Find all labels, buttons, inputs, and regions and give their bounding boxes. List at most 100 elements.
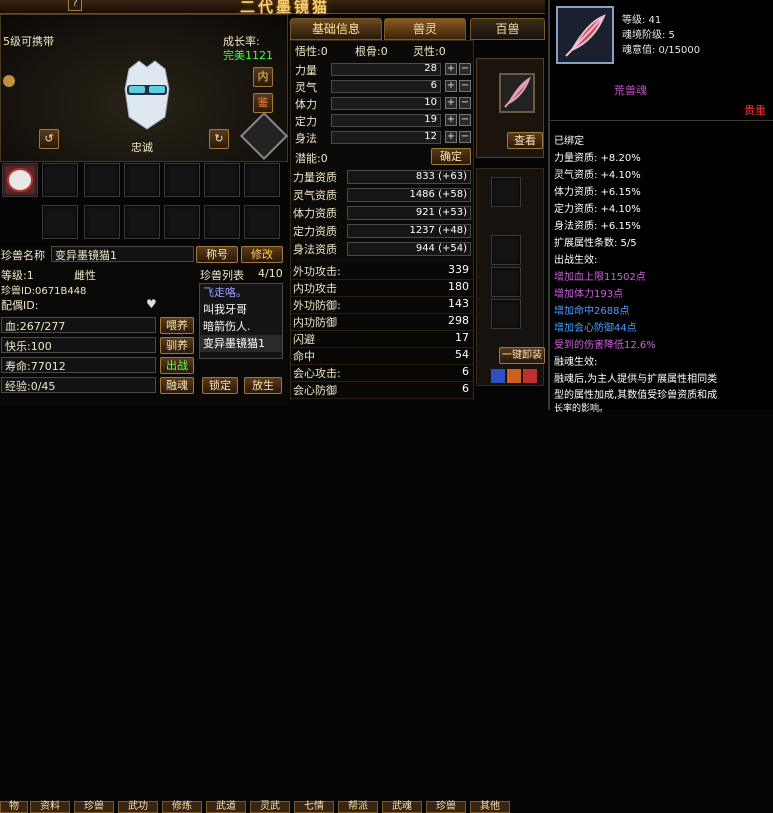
- inner-button[interactable]: 内: [253, 67, 273, 87]
- pet-model[interactable]: [119, 59, 175, 131]
- fuse-effect-desc: 型的属性加成,其数值受珍兽资质和成: [554, 390, 718, 401]
- combat-row: 闪避 17: [291, 331, 473, 348]
- heart-icon: ♥: [146, 297, 157, 311]
- soul-realm: 魂境阶级: 5: [622, 30, 675, 41]
- soul-display: 查看: [476, 58, 544, 158]
- modify-button[interactable]: 修改: [241, 246, 283, 263]
- rotate-left-button[interactable]: ↺: [39, 129, 59, 149]
- battle-effect: 增加命中2688点: [554, 306, 630, 317]
- bottom-tab[interactable]: 修炼: [162, 801, 202, 813]
- help-icon[interactable]: ?: [68, 0, 82, 11]
- plus-button[interactable]: +: [445, 80, 457, 92]
- tab-beast-spirit[interactable]: 兽灵: [384, 18, 466, 40]
- appraise-button[interactable]: 鉴: [253, 93, 273, 113]
- aptitude-list: 力量资质 833 (+63) 灵气资质 1486 (+58) 体力资质 921 (+5…: [293, 169, 473, 259]
- equip-slot[interactable]: [244, 205, 280, 239]
- life-field: 寿命:77012: [1, 357, 156, 373]
- tame-button[interactable]: 驯养: [160, 337, 194, 354]
- fuse-soul-button[interactable]: 融魂: [160, 377, 194, 394]
- skill-icon[interactable]: [523, 369, 537, 383]
- pet-avatar-slot[interactable]: [2, 163, 38, 197]
- minus-button[interactable]: −: [459, 131, 471, 143]
- soul-intent: 魂意值: 0/15000: [622, 45, 701, 56]
- bottom-tab[interactable]: 灵武: [250, 801, 290, 813]
- plus-button[interactable]: +: [445, 114, 457, 126]
- combat-row: 会心攻击: 6: [291, 365, 473, 382]
- bottom-tab[interactable]: 珍兽: [74, 801, 114, 813]
- pet-gender: 雌性: [74, 269, 96, 282]
- ext-attr-count: 扩展属性条数: 5/5: [554, 238, 637, 249]
- equip-slot[interactable]: [204, 163, 240, 197]
- skill-slot[interactable]: [491, 267, 521, 297]
- equip-slot[interactable]: [84, 205, 120, 239]
- pet-display-area: 5级可携带 成长率: 完美1121 内 鉴 忠诚 ↺ ↻: [0, 14, 289, 162]
- equipment-slots-row-2: [2, 204, 288, 242]
- feather-emblem-icon[interactable]: [239, 111, 289, 161]
- battle-effect: 增加会心防御44点: [554, 323, 637, 334]
- feed-button[interactable]: 喂养: [160, 317, 194, 334]
- minus-button[interactable]: −: [459, 63, 471, 75]
- view-button[interactable]: 查看: [507, 132, 543, 149]
- list-item[interactable]: 飞走咯。: [200, 284, 282, 301]
- plus-button[interactable]: +: [445, 63, 457, 75]
- plus-button[interactable]: +: [445, 97, 457, 109]
- equip-slot[interactable]: [204, 205, 240, 239]
- equip-slot[interactable]: [244, 163, 280, 197]
- pet-carry-level: 5级可携带: [3, 35, 54, 48]
- combat-stats: 外功攻击: 339 内功攻击 180 外功防御: 143 内功防御 298 闪避 17 命…: [291, 263, 473, 401]
- aptitude-row: 体力资质 921 (+53): [293, 205, 473, 220]
- attributes-panel: 悟性:0 根骨:0 灵性:0 力量 28 + − 灵气 6 + − 体力 10 …: [290, 40, 474, 401]
- skill-icon[interactable]: [491, 369, 505, 383]
- potential-points: 潜能:0: [295, 152, 328, 165]
- list-item[interactable]: 叫我牙哥: [200, 301, 282, 318]
- lock-button[interactable]: 锁定: [202, 377, 238, 394]
- blood-field: 血:267/277: [1, 317, 156, 333]
- soul-attr: 定力资质: +4.10%: [554, 204, 641, 215]
- plus-button[interactable]: +: [445, 131, 457, 143]
- bottom-tab[interactable]: 七情: [294, 801, 334, 813]
- minus-button[interactable]: −: [459, 97, 471, 109]
- tab-hundred-beasts[interactable]: 百兽: [470, 18, 545, 40]
- pet-id: 珍兽ID:0671B448: [1, 286, 87, 297]
- pet-name-field[interactable]: 变异墨镜猫1: [51, 246, 194, 262]
- release-button[interactable]: 放生: [244, 377, 282, 394]
- bottom-tab[interactable]: 武魂: [382, 801, 422, 813]
- stat-row: 力量 28 + −: [295, 63, 471, 77]
- bottom-tab[interactable]: 其他: [470, 801, 510, 813]
- list-item[interactable]: 暗箭伤人.: [200, 318, 282, 335]
- battle-effect: 增加血上限11502点: [554, 272, 646, 283]
- soul-feather-icon[interactable]: [499, 73, 535, 113]
- rotate-right-button[interactable]: ↻: [209, 129, 229, 149]
- skill-slot[interactable]: [491, 235, 521, 265]
- bottom-tab[interactable]: 资料: [30, 801, 70, 813]
- skill-slot[interactable]: [491, 299, 521, 329]
- tab-basic-info[interactable]: 基础信息: [290, 18, 382, 40]
- equip-slot[interactable]: [42, 205, 78, 239]
- minus-button[interactable]: −: [459, 114, 471, 126]
- aptitude-row: 力量资质 833 (+63): [293, 169, 473, 184]
- aptitude-row: 身法资质 944 (+54): [293, 241, 473, 256]
- bottom-tab[interactable]: 武功: [118, 801, 158, 813]
- equip-slot[interactable]: [164, 205, 200, 239]
- battle-button[interactable]: 出战: [160, 357, 194, 374]
- genggu-stat: 根骨:0: [355, 45, 388, 58]
- equip-slot[interactable]: [164, 163, 200, 197]
- minus-button[interactable]: −: [459, 80, 471, 92]
- title-button[interactable]: 称号: [196, 246, 238, 263]
- soul-attr: 体力资质: +6.15%: [554, 187, 641, 198]
- bottom-tab[interactable]: 珍兽: [426, 801, 466, 813]
- fuse-effect-desc: 长率的影响。: [554, 404, 609, 414]
- bottom-tab[interactable]: 武道: [206, 801, 246, 813]
- confirm-button[interactable]: 确定: [431, 148, 471, 165]
- skill-slot[interactable]: [491, 177, 521, 207]
- one-key-unload-button[interactable]: 一键卸装: [499, 347, 545, 364]
- list-item[interactable]: 变异墨镜猫1: [200, 335, 282, 352]
- bottom-tab[interactable]: 帮派: [338, 801, 378, 813]
- aptitude-row: 灵气资质 1486 (+58): [293, 187, 473, 202]
- skill-icon[interactable]: [507, 369, 521, 383]
- equip-slot[interactable]: [124, 205, 160, 239]
- bottom-tab[interactable]: 物: [0, 801, 28, 813]
- equip-slot[interactable]: [124, 163, 160, 197]
- equip-slot[interactable]: [42, 163, 78, 197]
- equip-slot[interactable]: [84, 163, 120, 197]
